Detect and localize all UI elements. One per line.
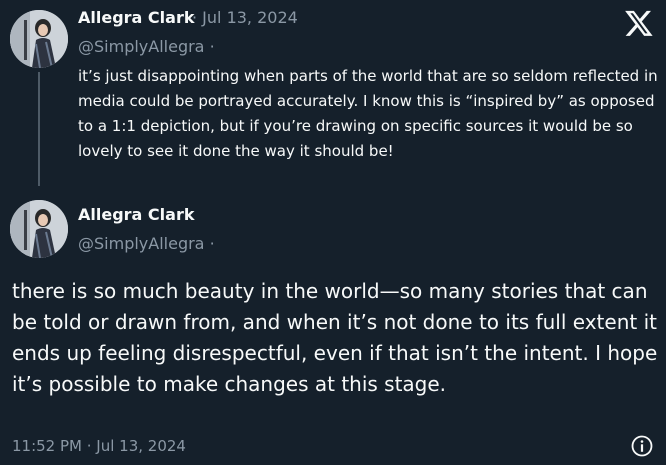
x-logo-icon[interactable] bbox=[624, 8, 654, 38]
avatar[interactable] bbox=[10, 10, 68, 68]
tweet-text: it’s just disappointing when parts of th… bbox=[78, 67, 658, 160]
thread-line bbox=[38, 72, 40, 186]
tweet-timestamp[interactable]: 11:52 PM · Jul 13, 2024 bbox=[12, 437, 186, 455]
author-name[interactable]: Allegra Clark bbox=[78, 8, 194, 27]
tweet-date[interactable]: · Jul 13, 2024 bbox=[192, 8, 298, 27]
info-icon[interactable] bbox=[630, 434, 654, 458]
author-handle[interactable]: @SimplyAllegra · bbox=[78, 37, 215, 56]
author-handle[interactable]: @SimplyAllegra · bbox=[78, 234, 215, 253]
author-name[interactable]: Allegra Clark bbox=[78, 205, 194, 224]
avatar[interactable] bbox=[10, 200, 68, 258]
tweet-text: there is so much beauty in the world—so … bbox=[12, 279, 658, 396]
